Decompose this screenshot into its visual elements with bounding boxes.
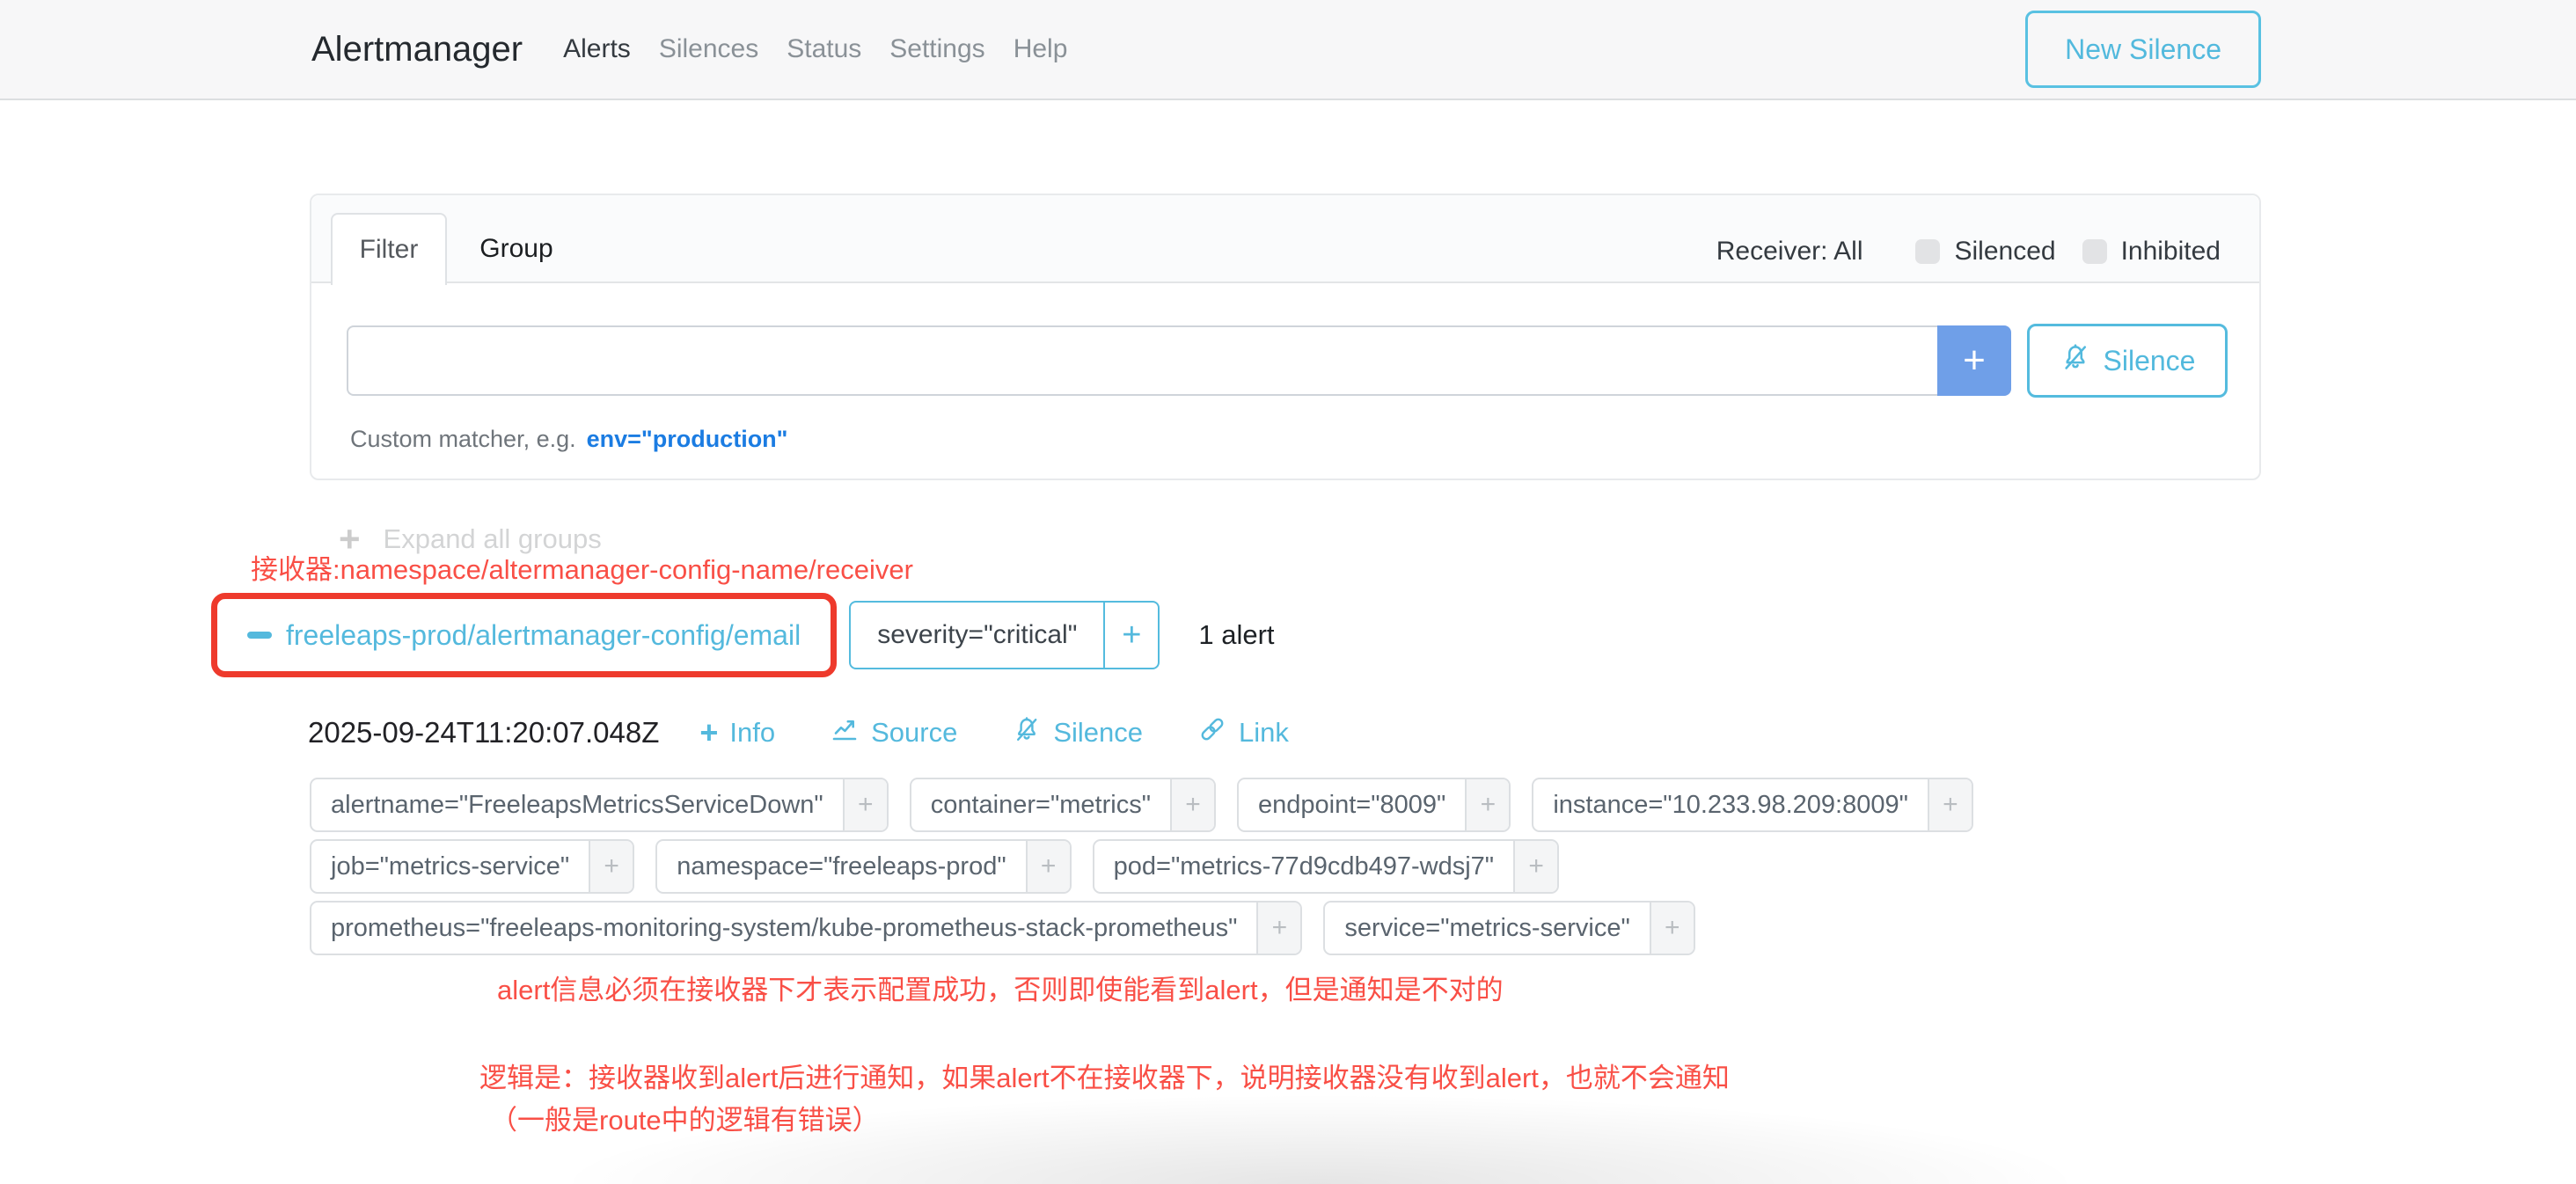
label-text: namespace="freeleaps-prod" xyxy=(657,841,1025,892)
nav-item-silences[interactable]: Silences xyxy=(645,34,772,64)
alert-action-link[interactable]: Link xyxy=(1197,714,1289,751)
label-chip: prometheus="freeleaps-monitoring-system/… xyxy=(310,901,1302,955)
label-chip: namespace="freeleaps-prod" + xyxy=(655,839,1071,894)
silence-action-label: Silence xyxy=(1053,717,1143,749)
red-highlight-box: freeleaps-prod/alertmanager-config/email xyxy=(211,593,837,677)
app-brand[interactable]: Alertmanager xyxy=(311,30,523,69)
main-nav: Alerts Silences Status Settings Help xyxy=(549,34,1081,64)
label-chip: endpoint="8009" + xyxy=(1237,778,1511,832)
source-action-label: Source xyxy=(871,717,957,749)
receiver-dropdown[interactable]: Receiver: All xyxy=(1716,237,1863,267)
alert-header-row: 2025-09-24T11:20:07.048Z + Info Source S… xyxy=(308,714,1343,751)
label-add-filter-button[interactable]: + xyxy=(1465,779,1509,830)
matcher-input-group: + Silence xyxy=(347,324,2228,398)
link-action-label: Link xyxy=(1239,717,1289,749)
label-text: prometheus="freeleaps-monitoring-system/… xyxy=(311,903,1256,954)
label-add-filter-button[interactable]: + xyxy=(843,779,887,830)
alert-action-info[interactable]: + Info xyxy=(699,717,775,749)
label-text: endpoint="8009" xyxy=(1239,779,1465,830)
filter-card-header: Filter Group Receiver: All Silenced Inhi… xyxy=(311,195,2259,283)
annotation-logic-note: 逻辑是：接收器收到alert后进行通知，如果alert不在接收器下，说明接收器没… xyxy=(479,1056,1730,1095)
silenced-checkbox-label[interactable]: Silenced xyxy=(1954,237,2055,267)
alert-labels: alertname="FreeleapsMetricsServiceDown" … xyxy=(310,778,1973,955)
annotation-receiver-note: 接收器:namespace/altermanager-config-name/r… xyxy=(251,547,913,587)
add-matcher-button[interactable]: + xyxy=(1937,325,2011,396)
inhibited-checkbox[interactable] xyxy=(2082,239,2107,264)
receiver-group-name[interactable]: freeleaps-prod/alertmanager-config/email xyxy=(286,619,801,652)
group-matcher-text: severity="critical" xyxy=(851,603,1103,668)
annotation-config-note: alert信息必须在接收器下才表示配置成功，否则即使能看到alert，但是通知是… xyxy=(497,968,1504,1007)
alert-count: 1 alert xyxy=(1198,619,1274,651)
label-row: job="metrics-service" + namespace="freel… xyxy=(310,839,1973,894)
nav-item-help[interactable]: Help xyxy=(999,34,1082,64)
navbar: Alertmanager Alerts Silences Status Sett… xyxy=(0,0,2576,100)
label-chip: alertname="FreeleapsMetricsServiceDown" … xyxy=(310,778,889,832)
nav-item-alerts[interactable]: Alerts xyxy=(549,34,645,64)
group-matcher-add-button[interactable]: + xyxy=(1103,603,1158,668)
bottom-shadow xyxy=(572,1096,2067,1184)
label-chip: instance="10.233.98.209:8009" + xyxy=(1532,778,1973,832)
collapse-minus-icon xyxy=(247,632,272,639)
alert-action-silence[interactable]: Silence xyxy=(1012,714,1143,751)
label-chip: container="metrics" + xyxy=(910,778,1216,832)
label-add-filter-button[interactable]: + xyxy=(1513,841,1557,892)
label-add-filter-button[interactable]: + xyxy=(1026,841,1070,892)
group-matcher-chip: severity="critical" + xyxy=(849,601,1160,669)
label-chip: service="metrics-service" + xyxy=(1323,901,1694,955)
label-add-filter-button[interactable]: + xyxy=(1256,903,1300,954)
matcher-example-link[interactable]: env="production" xyxy=(587,426,788,452)
label-text: alertname="FreeleapsMetricsServiceDown" xyxy=(311,779,843,830)
alert-timestamp: 2025-09-24T11:20:07.048Z xyxy=(308,716,659,749)
label-row: prometheus="freeleaps-monitoring-system/… xyxy=(310,901,1973,955)
label-text: pod="metrics-77d9cdb497-wdsj7" xyxy=(1094,841,1513,892)
matcher-input[interactable] xyxy=(347,325,1937,396)
matcher-helper: Custom matcher, e.g. env="production" xyxy=(350,426,787,453)
receiver-group-row: freeleaps-prod/alertmanager-config/email… xyxy=(211,593,1275,677)
label-add-filter-button[interactable]: + xyxy=(589,841,633,892)
nav-item-settings[interactable]: Settings xyxy=(875,34,999,64)
tab-filter[interactable]: Filter xyxy=(331,213,447,285)
label-text: container="metrics" xyxy=(911,779,1170,830)
label-add-filter-button[interactable]: + xyxy=(1650,903,1694,954)
bell-slash-icon xyxy=(1012,714,1042,751)
label-chip: pod="metrics-77d9cdb497-wdsj7" + xyxy=(1093,839,1559,894)
alert-action-source[interactable]: Source xyxy=(830,714,957,751)
chart-line-icon xyxy=(830,714,860,751)
filter-options: Receiver: All Silenced Inhibited xyxy=(1716,195,2221,283)
filter-card: Filter Group Receiver: All Silenced Inhi… xyxy=(310,194,2261,480)
label-chip: job="metrics-service" + xyxy=(310,839,634,894)
new-silence-button[interactable]: New Silence xyxy=(2025,11,2261,88)
tab-group[interactable]: Group xyxy=(474,213,559,285)
silence-from-filter-button[interactable]: Silence xyxy=(2027,324,2228,398)
silence-button-label: Silence xyxy=(2104,345,2196,377)
link-icon xyxy=(1197,714,1227,751)
bell-slash-icon xyxy=(2060,341,2091,380)
matcher-helper-text: Custom matcher, e.g. xyxy=(350,426,576,452)
label-add-filter-button[interactable]: + xyxy=(1928,779,1972,830)
inhibited-checkbox-label[interactable]: Inhibited xyxy=(2121,237,2221,267)
nav-item-status[interactable]: Status xyxy=(772,34,875,64)
silenced-checkbox[interactable] xyxy=(1915,239,1940,264)
plus-icon: + xyxy=(699,717,718,749)
label-text: job="metrics-service" xyxy=(311,841,589,892)
label-text: instance="10.233.98.209:8009" xyxy=(1533,779,1928,830)
label-text: service="metrics-service" xyxy=(1325,903,1649,954)
label-add-filter-button[interactable]: + xyxy=(1170,779,1214,830)
info-action-label: Info xyxy=(729,717,775,749)
label-row: alertname="FreeleapsMetricsServiceDown" … xyxy=(310,778,1973,832)
